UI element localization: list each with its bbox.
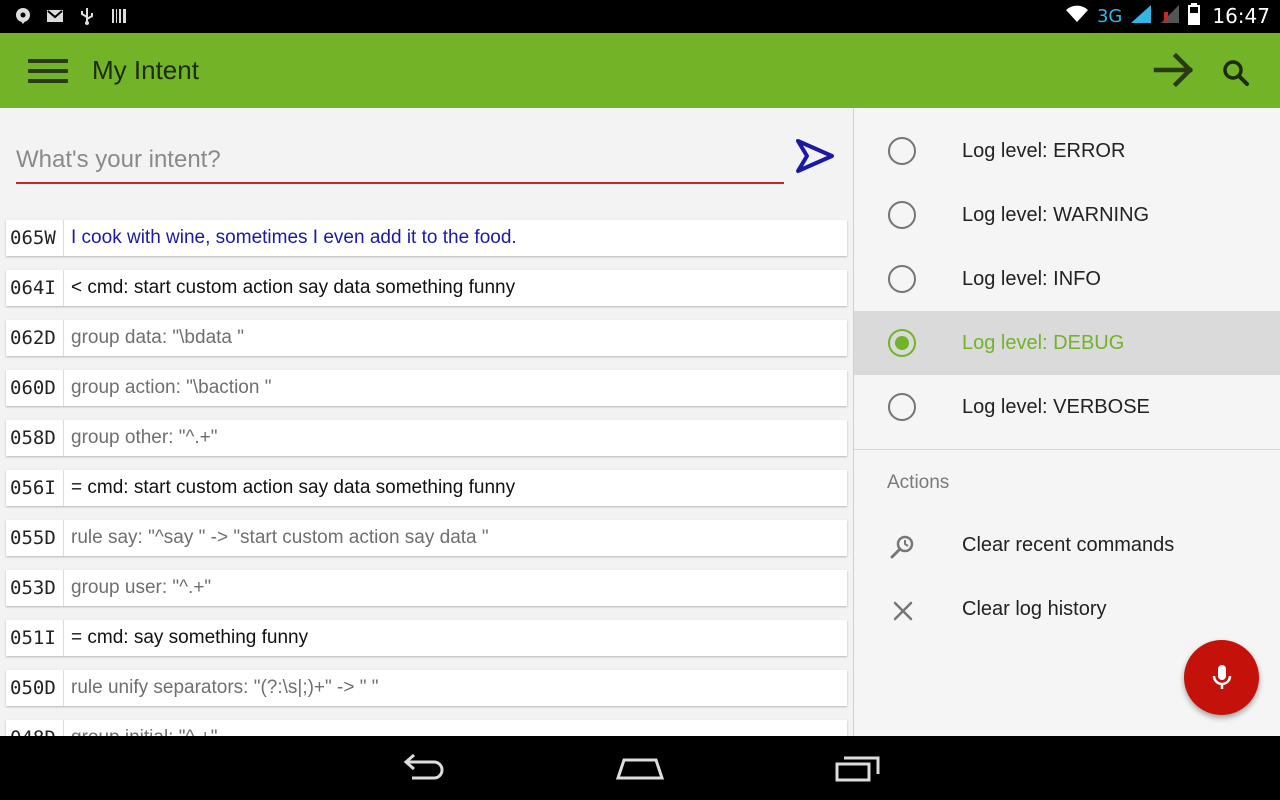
recent-apps-button[interactable]	[828, 750, 888, 786]
radio-button[interactable]	[888, 265, 916, 293]
search-button[interactable]	[1216, 55, 1256, 91]
log-level-info[interactable]: Log level: INFO	[854, 247, 1280, 311]
divider	[854, 449, 1280, 450]
log-row[interactable]: 060D group action: "\baction "	[6, 370, 847, 406]
menu-icon-bar	[28, 69, 68, 73]
intent-input[interactable]	[16, 144, 784, 184]
log-code: 051I	[6, 620, 64, 656]
back-button[interactable]	[394, 750, 454, 786]
log-code: 060D	[6, 370, 64, 406]
log-text: = cmd: say something funny	[71, 627, 309, 648]
voice-input-button[interactable]	[1184, 640, 1259, 715]
log-text: rule unify separators: "(?:\s|;)+" -> " …	[71, 677, 379, 698]
log-level-error[interactable]: Log level: ERROR	[854, 119, 1280, 183]
wifi-icon	[1065, 4, 1089, 29]
signal-icon	[1130, 4, 1152, 29]
log-row[interactable]: 058D group other: "^.+"	[6, 420, 847, 456]
status-bar: 3G 16:47	[0, 0, 1280, 33]
go-arrow-button[interactable]	[1150, 49, 1198, 91]
log-level-verbose[interactable]: Log level: VERBOSE	[854, 375, 1280, 439]
signal-2-icon	[1160, 4, 1180, 29]
log-row[interactable]: 048D group initial: "^.+"	[6, 720, 847, 736]
log-text: group action: "\baction "	[71, 377, 272, 398]
log-row[interactable]: 064I < cmd: start custom action say data…	[6, 270, 847, 306]
log-row[interactable]: 065W I cook with wine, sometimes I even …	[6, 220, 847, 256]
radio-button[interactable]	[888, 137, 916, 165]
log-code: 065W	[6, 220, 64, 256]
log-row[interactable]: 051I = cmd: say something funny	[6, 620, 847, 656]
log-level-label: Log level: VERBOSE	[962, 395, 1150, 418]
log-level-label: Log level: ERROR	[962, 139, 1126, 162]
send-icon	[796, 139, 834, 173]
radio-button[interactable]	[888, 393, 916, 421]
log-row[interactable]: 062D group data: "\bdata "	[6, 320, 847, 356]
radio-button[interactable]	[888, 201, 916, 229]
log-text: I cook with wine, sometimes I even add i…	[71, 227, 517, 248]
log-code: 050D	[6, 670, 64, 706]
gmail-icon	[46, 7, 64, 25]
log-row[interactable]: 055D rule say: "^say " -> "start custom …	[6, 520, 847, 556]
action-label: Clear recent commands	[962, 534, 1175, 556]
log-row[interactable]: 056I = cmd: start custom action say data…	[6, 470, 847, 506]
log-code: 053D	[6, 570, 64, 606]
log-text: group data: "\bdata "	[71, 327, 245, 348]
log-text: < cmd: start custom action say data some…	[71, 277, 516, 298]
log-text: group initial: "^.+"	[64, 727, 218, 736]
log-text: rule say: "^say " -> "start custom actio…	[71, 527, 489, 548]
close-icon	[893, 601, 913, 621]
notification-icon	[14, 7, 32, 25]
usb-icon	[78, 7, 96, 25]
log-code: 056I	[6, 470, 64, 506]
log-code: 058D	[6, 420, 64, 456]
log-level-label: Log level: WARNING	[962, 203, 1150, 226]
search-icon	[1223, 60, 1249, 86]
log-text: group other: "^.+"	[71, 427, 218, 448]
log-level-label: Log level: INFO	[962, 267, 1101, 290]
drawer-toggle-button[interactable]	[22, 51, 74, 91]
send-button[interactable]	[794, 136, 838, 176]
search-history-icon	[890, 535, 914, 559]
barcode-icon	[110, 7, 128, 25]
log-code: 055D	[6, 520, 64, 556]
actions-section-title: Actions	[887, 472, 950, 493]
log-row[interactable]: 050D rule unify separators: "(?:\s|;)+" …	[6, 670, 847, 706]
intent-row	[16, 132, 853, 192]
log-code: 062D	[6, 320, 64, 356]
home-button[interactable]	[610, 750, 670, 786]
log-text: = cmd: start custom action say data some…	[71, 477, 516, 498]
clock: 16:47	[1212, 4, 1270, 28]
home-icon	[615, 758, 665, 780]
log-level-debug[interactable]: Log level: DEBUG	[854, 311, 1280, 375]
action-bar: My Intent	[0, 33, 1280, 108]
log-level-label: Log level: DEBUG	[962, 331, 1125, 354]
log-text: group user: "^.+"	[71, 577, 212, 598]
menu-icon-bar	[28, 79, 68, 83]
clear-recent-commands-button[interactable]: Clear recent commands	[854, 514, 1280, 578]
navigation-bar	[0, 736, 1280, 800]
network-type: 3G	[1096, 5, 1123, 27]
main-content: 065W I cook with wine, sometimes I even …	[0, 108, 853, 736]
log-code: 064I	[6, 270, 64, 306]
microphone-icon	[1212, 664, 1231, 689]
log-level-warning[interactable]: Log level: WARNING	[854, 183, 1280, 247]
battery-icon	[1188, 2, 1201, 30]
action-label: Clear log history	[962, 598, 1107, 620]
app-title: My Intent	[92, 55, 199, 85]
menu-icon-bar	[28, 59, 68, 63]
back-icon	[403, 753, 444, 780]
log-code: 048D	[6, 720, 64, 736]
recent-apps-icon	[835, 756, 880, 782]
arrow-right-icon	[1153, 52, 1194, 88]
log-row[interactable]: 053D group user: "^.+"	[6, 570, 847, 606]
clear-log-history-button[interactable]: Clear log history	[854, 578, 1280, 642]
radio-button-selected[interactable]	[888, 329, 916, 357]
